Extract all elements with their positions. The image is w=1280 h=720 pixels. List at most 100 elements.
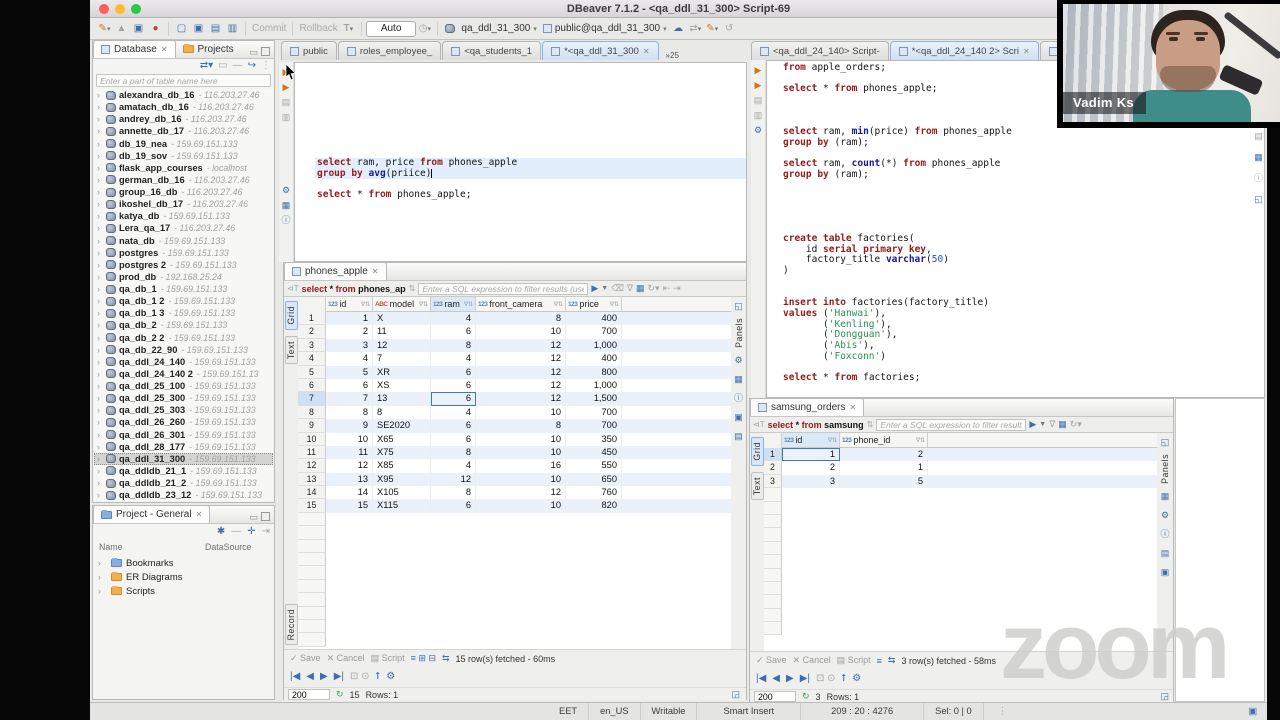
first-page-icon[interactable]: |◀ xyxy=(756,673,766,684)
table-cell[interactable]: 8 xyxy=(476,312,566,325)
chevron-right-icon[interactable]: › xyxy=(97,102,106,112)
connection-item[interactable]: ›andrey_db_16- 116.203.27.46 xyxy=(94,113,273,125)
table-cell[interactable]: 5 xyxy=(326,366,373,379)
first-page-icon[interactable]: |◀ xyxy=(290,671,300,682)
prev-page-icon[interactable]: ◀ xyxy=(306,671,314,682)
grid-icon[interactable]: ▦ xyxy=(734,373,743,386)
table-cell[interactable]: 9 xyxy=(326,419,373,432)
table-cell[interactable]: 6 xyxy=(431,379,476,392)
txn-log-icon[interactable]: ◷▾ xyxy=(417,21,432,36)
code-line[interactable]: group by (ram); xyxy=(781,170,1264,181)
export-icon[interactable]: ⭡ xyxy=(376,671,381,682)
row-number[interactable]: 13 xyxy=(298,473,326,486)
new-sql-editor-icon[interactable]: ✎▾ xyxy=(97,21,112,36)
table-cell[interactable]: X75 xyxy=(373,446,431,459)
info-icon[interactable]: ⓘ xyxy=(734,392,743,405)
column-header-price[interactable]: 123price∇⇅ xyxy=(566,297,622,311)
filter-funnel-icon[interactable]: ∇⇅ xyxy=(916,437,925,444)
chevron-right-icon[interactable]: › xyxy=(97,357,106,367)
table-cell[interactable]: 10 xyxy=(476,446,566,459)
chevron-right-icon[interactable]: › xyxy=(97,430,106,440)
analyze-icon[interactable]: ▥ xyxy=(225,21,240,36)
table-row[interactable]: 1414X105812760 xyxy=(298,486,731,499)
tab-qa-ddl-24-140-script[interactable]: <qa_ddl_24_140> Script- xyxy=(751,41,889,60)
erase-filter-icon[interactable]: ⌫ xyxy=(611,283,624,294)
tab-project-general[interactable]: Project - General✕ xyxy=(93,505,210,523)
connection-item[interactable]: ›qa_ddl_31_300- 159.69.151.133 xyxy=(94,453,273,465)
txn-mode-icon[interactable]: T▾ xyxy=(341,21,356,36)
connection-item[interactable]: ›db_19_nea- 159.69.151.133 xyxy=(94,138,273,150)
connection-item[interactable]: ›qa_ddl_26_301- 159.69.151.133 xyxy=(94,429,273,441)
script-icon[interactable]: ▤ xyxy=(754,94,763,107)
table-cell[interactable]: 12 xyxy=(476,366,566,379)
cancel-button[interactable]: ✕ Cancel xyxy=(327,653,365,664)
row-number[interactable]: 8 xyxy=(298,406,326,419)
expand-icon[interactable]: ✛ xyxy=(247,526,255,537)
minus-icon[interactable]: — xyxy=(233,60,243,71)
table-cell[interactable]: 8 xyxy=(431,446,476,459)
lock-icon[interactable]: ▣ xyxy=(1161,566,1170,579)
code-line[interactable] xyxy=(781,181,1264,192)
info-icon[interactable]: ⓘ xyxy=(1160,528,1169,541)
table-row[interactable]: 1515X115610820 xyxy=(298,499,731,512)
filter-dropdown-icon[interactable]: ▼ xyxy=(601,285,608,292)
cancel-button[interactable]: ✕ Cancel xyxy=(793,655,831,666)
table-cell[interactable]: 7 xyxy=(373,352,431,365)
close-icon[interactable]: ✕ xyxy=(849,399,856,416)
table-cell[interactable]: 12 xyxy=(476,352,566,365)
row-number[interactable]: 6 xyxy=(298,379,326,392)
chevron-right-icon[interactable]: › xyxy=(98,572,107,582)
table-cell[interactable]: 700 xyxy=(566,406,622,419)
code-line[interactable] xyxy=(781,213,1264,224)
connection-item[interactable]: ›group_16_db- 116.203.27.46 xyxy=(94,186,273,198)
chevron-right-icon[interactable]: › xyxy=(97,211,106,221)
table-row[interactable]: 1111X75810450 xyxy=(298,446,731,459)
chevron-right-icon[interactable]: › xyxy=(97,490,106,500)
table-cell[interactable]: 12 xyxy=(476,486,566,499)
export-grid-icon[interactable]: ▦ xyxy=(1058,419,1067,430)
table-cell[interactable]: 10 xyxy=(476,473,566,486)
table-cell[interactable]: 8 xyxy=(326,406,373,419)
tab-record-view[interactable]: Record xyxy=(285,604,298,645)
calc-icon[interactable]: ▤ xyxy=(1161,547,1170,560)
tab-qa-ddl-31-300[interactable]: *<qa_ddl_31_300✕ xyxy=(542,41,658,60)
code-line[interactable] xyxy=(781,191,1264,202)
chevron-right-icon[interactable]: › xyxy=(97,478,106,488)
row-number[interactable]: 4 xyxy=(298,352,326,365)
calc-icon[interactable]: ▤ xyxy=(734,430,743,443)
funnel-icon[interactable]: ∇ xyxy=(1049,419,1055,430)
settings-star-icon[interactable]: ✱ xyxy=(217,526,225,537)
row-number[interactable]: 5 xyxy=(298,366,326,379)
row-ops-icons[interactable]: ≡ xyxy=(877,656,882,666)
table-cell[interactable]: 8 xyxy=(476,419,566,432)
table-cell[interactable]: 10 xyxy=(476,433,566,446)
chevron-right-icon[interactable]: › xyxy=(97,442,106,452)
table-cell[interactable]: 1,000 xyxy=(566,339,622,352)
table-cell[interactable]: 6 xyxy=(431,325,476,338)
table-cell[interactable]: 1 xyxy=(782,448,840,461)
filter-funnel-icon[interactable]: ∇⇅ xyxy=(828,437,837,444)
outline-icon[interactable]: ▤ xyxy=(1254,130,1263,143)
table-cell[interactable]: 6 xyxy=(431,366,476,379)
panel-icon[interactable]: ◲ xyxy=(731,689,740,700)
table-cell[interactable]: 6 xyxy=(431,392,476,405)
connection-item[interactable]: ›qa_ddl_28_177- 159.69.151.133 xyxy=(94,441,273,453)
panel-toggle-icon[interactable]: ◱ xyxy=(734,301,743,312)
row-number[interactable]: 11 xyxy=(298,446,326,459)
collapse-icon[interactable]: — xyxy=(231,526,241,537)
table-cell[interactable]: 4 xyxy=(431,459,476,472)
table-row[interactable]: 335 xyxy=(764,475,1157,488)
open-icon[interactable]: ▲ xyxy=(114,21,129,36)
table-cell[interactable]: 1,000 xyxy=(566,379,622,392)
connection-item[interactable]: ›qa_ddl_24_140 2- 159.69.151.13 xyxy=(94,368,273,380)
code-line[interactable]: factory_title varchar(50) xyxy=(781,255,1264,266)
chevron-right-icon[interactable]: › xyxy=(97,126,106,136)
script-button[interactable]: ▤ Script xyxy=(371,653,405,664)
tab-grid-view[interactable]: Grid xyxy=(285,301,298,330)
code-line[interactable]: select * from factories; xyxy=(781,373,1264,384)
export-grid-icon[interactable]: ▦ xyxy=(636,283,645,294)
chevron-right-icon[interactable]: › xyxy=(97,466,106,476)
connection-item[interactable]: ›prod_db- 192.168.25.24 xyxy=(94,271,273,283)
table-row[interactable]: 1212X85416550 xyxy=(298,459,731,472)
menu-dots-icon[interactable]: ⋮ xyxy=(998,706,1007,717)
